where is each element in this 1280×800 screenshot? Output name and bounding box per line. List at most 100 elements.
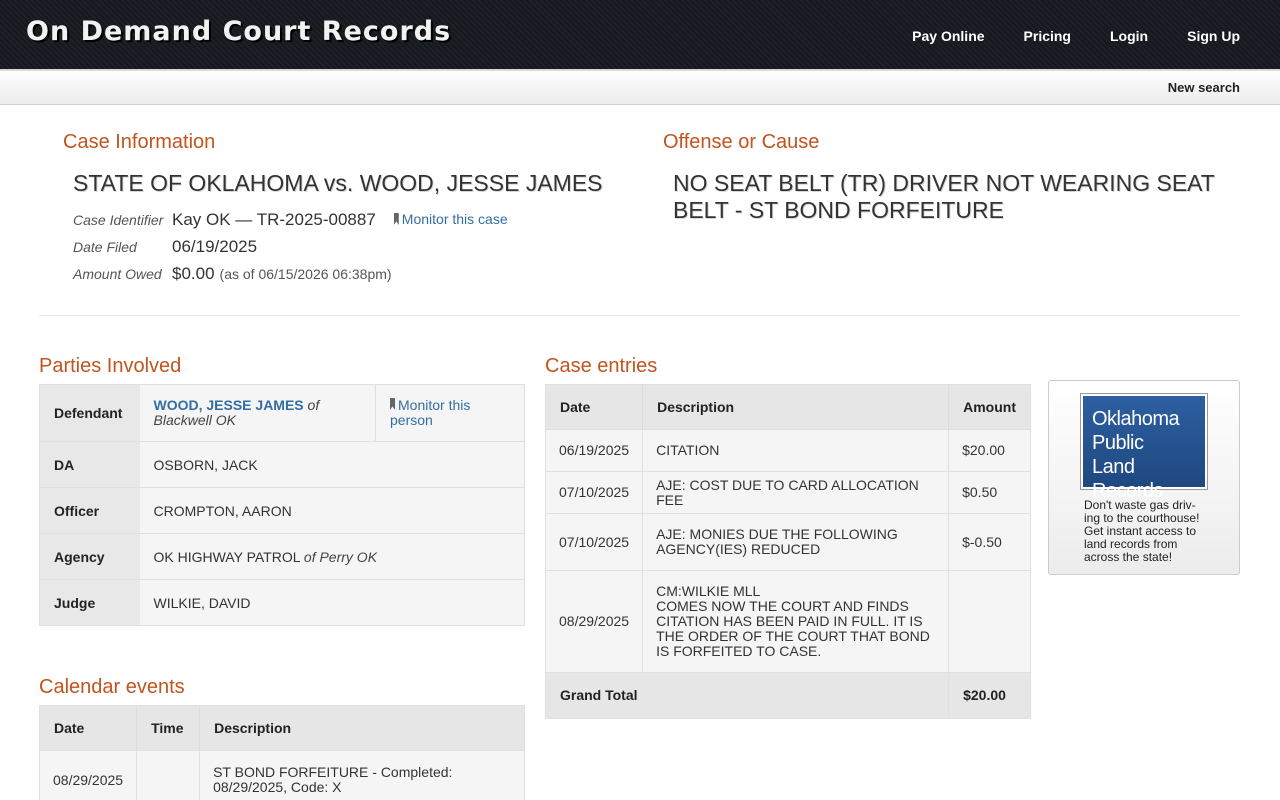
entries-header-row: Date Description Amount xyxy=(545,384,1031,430)
nav-login[interactable]: Login xyxy=(1110,28,1148,44)
party-name: CROMPTON, AARON xyxy=(153,502,292,519)
party-value: OSBORN, JACK xyxy=(139,441,525,488)
monitor-person-link[interactable]: Monitor this person xyxy=(390,397,470,428)
grand-total-row: Grand Total $20.00 xyxy=(545,672,1031,719)
entry-description: AJE: COST DUE TO CARD ALLOCATION FEE xyxy=(642,471,949,514)
calendar-description: ST BOND FORFEITURE - Completed: 08/29/20… xyxy=(199,750,525,800)
land-records-logo-line: Public xyxy=(1092,432,1144,454)
bookmark-icon xyxy=(393,213,399,225)
entry-amount: $20.00 xyxy=(948,429,1031,472)
case-identifier-label: Case Identifier xyxy=(73,212,164,228)
monitor-person-label: Monitor this person xyxy=(390,397,471,428)
nav-sign-up[interactable]: Sign Up xyxy=(1187,28,1240,44)
land-records-ad-text: Don't waste gas driv-ing to the courthou… xyxy=(1084,498,1200,564)
case-information-section: Case Information STATE OF OKLAHOMA vs. W… xyxy=(63,131,643,291)
entry-date: 07/10/2025 xyxy=(545,471,643,514)
parties-table: Defendant WOOD, JESSE JAMES of Blackwell… xyxy=(39,384,525,626)
entries-col-date: Date xyxy=(545,384,643,430)
entry-description: CITATION xyxy=(642,429,949,472)
entry-description: AJE: MONIES DUE THE FOLLOWING AGENCY(IES… xyxy=(642,513,949,571)
date-filed-value: 06/19/2025 xyxy=(172,237,258,256)
entries-col-amount: Amount xyxy=(948,384,1031,430)
case-entries-heading: Case entries xyxy=(545,355,658,377)
nav-pricing[interactable]: Pricing xyxy=(1024,28,1071,44)
amount-owed-row: Amount Owed $0.00 (as of 06/15/2026 06:3… xyxy=(73,264,643,291)
land-records-logo: Oklahoma Public Land Records xyxy=(1081,394,1207,502)
offense-section: Offense or Cause NO SEAT BELT (TR) DRIVE… xyxy=(663,131,1223,224)
party-value: WILKIE, DAVID xyxy=(139,579,525,626)
top-header-bar: On Demand Court Records Pay Online Prici… xyxy=(0,0,1280,69)
party-label: Defendant xyxy=(39,384,140,442)
party-name: OSBORN, JACK xyxy=(153,456,258,473)
nav-pay-online[interactable]: Pay Online xyxy=(912,28,984,44)
defendant-name-link[interactable]: WOOD, JESSE JAMES xyxy=(154,397,304,413)
entry-row: 07/10/2025 AJE: COST DUE TO CARD ALLOCAT… xyxy=(545,471,1031,514)
party-row: Judge WILKIE, DAVID xyxy=(39,579,525,626)
grand-total-value: $20.00 xyxy=(948,672,1031,719)
calendar-heading: Calendar events xyxy=(39,676,185,698)
party-row: DA OSBORN, JACK xyxy=(39,441,525,488)
defendant-of: of xyxy=(307,397,320,413)
calendar-table: Date Time Description 08/29/2025 ST BOND… xyxy=(39,705,525,800)
bookmark-icon xyxy=(390,398,395,410)
entry-amount: $-0.50 xyxy=(948,513,1031,571)
entry-date: 06/19/2025 xyxy=(545,429,643,472)
sub-header-bar: New search xyxy=(0,69,1280,105)
entry-row: 08/29/2025 CM:WILKIE MLL COMES NOW THE C… xyxy=(545,570,1031,673)
parties-heading: Parties Involved xyxy=(39,355,182,377)
monitor-case-label: Monitor this case xyxy=(401,211,508,227)
case-title: STATE OF OKLAHOMA vs. WOOD, JESSE JAMES xyxy=(73,170,603,196)
grand-total-label: Grand Total xyxy=(545,672,949,719)
entry-row: 07/10/2025 AJE: MONIES DUE THE FOLLOWING… xyxy=(545,513,1031,571)
party-value: OK HIGHWAY PATROL of Perry OK xyxy=(139,533,525,580)
land-records-logo-line: Oklahoma xyxy=(1092,408,1180,430)
entry-date: 08/29/2025 xyxy=(545,570,643,673)
entry-description: CM:WILKIE MLL COMES NOW THE COURT AND FI… xyxy=(642,570,949,673)
calendar-row: 08/29/2025 ST BOND FORFEITURE - Complete… xyxy=(39,750,525,800)
offense-text: NO SEAT BELT (TR) DRIVER NOT WEARING SEA… xyxy=(673,170,1215,223)
brand-logo[interactable]: On Demand Court Records xyxy=(26,16,451,47)
land-records-logo-line: Land Records xyxy=(1092,456,1163,502)
calendar-date: 08/29/2025 xyxy=(39,750,137,800)
entry-description-line: CM:WILKIE MLL xyxy=(656,583,761,599)
party-row-defendant: Defendant WOOD, JESSE JAMES of Blackwell… xyxy=(39,384,525,442)
party-monitor-cell: Monitor this person xyxy=(375,384,525,442)
party-name: OK HIGHWAY PATROL xyxy=(153,548,301,565)
top-nav: Pay Online Pricing Login Sign Up xyxy=(912,28,1240,44)
date-filed-row: Date Filed 06/19/2025 xyxy=(73,237,643,264)
case-information-heading: Case Information xyxy=(63,131,216,153)
entry-amount: $0.50 xyxy=(948,471,1031,514)
party-row: Officer CROMPTON, AARON xyxy=(39,487,525,534)
defendant-location: Blackwell OK xyxy=(153,412,236,428)
case-identifier-value: Kay OK — TR-2025-00887 xyxy=(172,210,376,229)
calendar-col-date: Date xyxy=(39,705,137,751)
case-meta: Case Identifier Kay OK — TR-2025-00887 M… xyxy=(73,210,643,291)
amount-owed-value: $0.00 xyxy=(172,264,215,283)
entry-date: 07/10/2025 xyxy=(545,513,643,571)
entry-row: 06/19/2025 CITATION $20.00 xyxy=(545,429,1031,472)
party-value: WOOD, JESSE JAMES of Blackwell OK xyxy=(139,384,376,442)
case-entries-table: Date Description Amount 06/19/2025 CITAT… xyxy=(545,384,1031,719)
party-row: Agency OK HIGHWAY PATROL of Perry OK xyxy=(39,533,525,580)
monitor-case-link[interactable]: Monitor this case xyxy=(393,211,508,227)
land-records-ad[interactable]: Oklahoma Public Land Records Don't waste… xyxy=(1048,380,1240,575)
party-location: of Perry OK xyxy=(303,548,378,565)
party-value: CROMPTON, AARON xyxy=(139,487,525,534)
calendar-col-description: Description xyxy=(199,705,525,751)
new-search-link[interactable]: New search xyxy=(1168,80,1240,95)
party-label: DA xyxy=(39,441,140,488)
calendar-time xyxy=(136,750,200,800)
amount-owed-label: Amount Owed xyxy=(73,266,162,282)
party-name: WILKIE, DAVID xyxy=(153,594,251,611)
calendar-col-time: Time xyxy=(136,705,200,751)
party-label: Officer xyxy=(39,487,140,534)
date-filed-label: Date Filed xyxy=(73,239,137,255)
amount-owed-note: (as of 06/15/2026 06:38pm) xyxy=(219,266,392,282)
calendar-header-row: Date Time Description xyxy=(39,705,525,751)
section-divider xyxy=(39,315,1240,316)
offense-heading: Offense or Cause xyxy=(663,131,820,153)
case-identifier-row: Case Identifier Kay OK — TR-2025-00887 M… xyxy=(73,210,643,237)
entry-amount xyxy=(948,570,1031,673)
party-label: Judge xyxy=(39,579,140,626)
entry-description-line: COMES NOW THE COURT AND FINDS CITATION H… xyxy=(656,598,930,659)
